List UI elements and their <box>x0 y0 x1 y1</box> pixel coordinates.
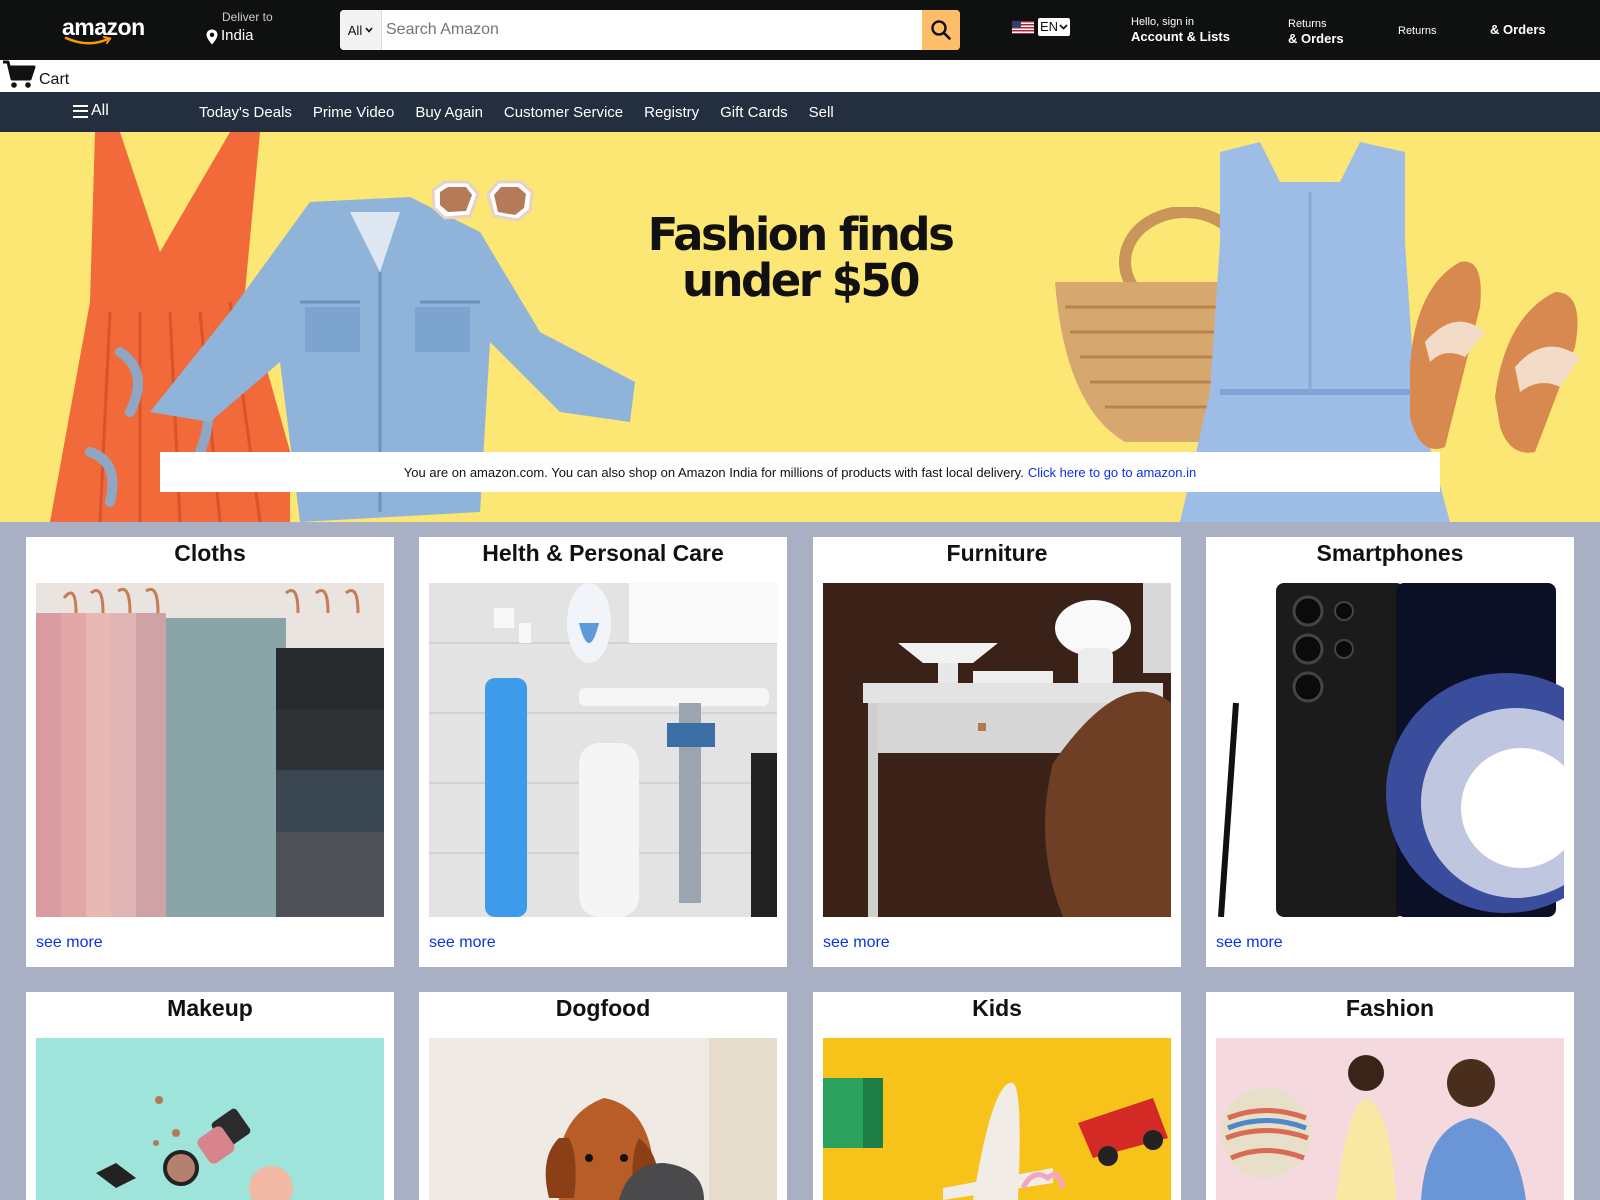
hero-banner[interactable]: Fashion finds under $50 You are on amazo… <box>0 132 1600 522</box>
hero-title-line1: Fashion finds <box>647 208 955 261</box>
category-card-kids: Kids <box>813 992 1181 1200</box>
furniture-image[interactable] <box>823 583 1171 917</box>
card-title: Helth & Personal Care <box>482 540 724 566</box>
card-title: Fashion <box>1345 995 1435 1021</box>
amazon-in-link[interactable]: Click here to go to amazon.in <box>1028 465 1196 480</box>
returns-link[interactable]: Returns <box>1398 24 1437 38</box>
card-title: Furniture <box>946 540 1048 566</box>
hamburger-menu-icon <box>73 104 88 118</box>
card-title: Kids <box>972 995 1022 1021</box>
search-icon <box>931 20 951 40</box>
nav-links: Today's Deals Prime Video Buy Again Cust… <box>199 104 834 121</box>
language-label: EN <box>1040 19 1059 34</box>
amazon-india-notice: You are on amazon.com. You can also shop… <box>160 452 1440 492</box>
see-more-link[interactable]: see more <box>429 934 496 952</box>
nav-item-customer-service[interactable]: Customer Service <box>504 104 623 121</box>
category-card-smartphones: Smartphones see more <box>1206 537 1574 967</box>
card-title: Cloths <box>174 540 246 566</box>
category-card-furniture: Furniture see more <box>813 537 1181 967</box>
deliver-to-label: Deliver to <box>222 10 273 24</box>
dogfood-image[interactable] <box>429 1038 777 1200</box>
language-dropdown[interactable]: EN <box>1038 18 1071 36</box>
cart-bar: Cart <box>0 60 1600 92</box>
cloths-image[interactable] <box>36 583 384 917</box>
orders-link[interactable]: & Orders <box>1490 22 1546 38</box>
returns-orders-menu[interactable]: Returns & Orders <box>1288 17 1344 47</box>
fashion-image[interactable] <box>1216 1038 1564 1200</box>
nav-item-todays-deals[interactable]: Today's Deals <box>199 104 292 121</box>
card-title: Makeup <box>167 995 253 1021</box>
search-button[interactable] <box>922 10 960 50</box>
nav-item-prime-video[interactable]: Prime Video <box>313 104 394 121</box>
see-more-link[interactable]: see more <box>823 934 890 952</box>
returns-label: Returns <box>1288 18 1327 30</box>
nav-item-registry[interactable]: Registry <box>644 104 699 121</box>
nav-bar: All Today's Deals Prime Video Buy Again … <box>0 92 1600 132</box>
nav-item-sell[interactable]: Sell <box>809 104 834 121</box>
notice-text: You are on amazon.com. You can also shop… <box>403 464 1024 480</box>
kids-toys-image[interactable] <box>823 1038 1171 1200</box>
category-card-dogfood: Dogfood <box>419 992 787 1200</box>
smartphone-image[interactable] <box>1216 583 1564 917</box>
category-card-health: Helth & Personal Care see more <box>419 537 787 967</box>
cart-icon[interactable] <box>2 60 36 90</box>
language-selector[interactable]: EN <box>1012 18 1071 36</box>
account-lists-label: Account & Lists <box>1131 29 1230 44</box>
nav-item-gift-cards[interactable]: Gift Cards <box>720 104 788 121</box>
hero-title: Fashion finds under $50 <box>600 212 1000 304</box>
us-flag-icon <box>1012 20 1034 34</box>
location-pin-icon <box>206 29 218 45</box>
cart-label[interactable]: Cart <box>39 71 69 89</box>
see-more-link[interactable]: see more <box>1216 934 1283 952</box>
nav-all-label: All <box>91 102 109 119</box>
chevron-down-icon <box>365 27 373 33</box>
deliver-to-location: India <box>221 27 254 44</box>
sandals-image <box>1410 261 1580 453</box>
nav-all-menu[interactable]: All <box>73 102 109 120</box>
sunglasses-image <box>431 180 534 222</box>
hero-title-line2: under $50 <box>681 254 921 307</box>
account-greeting: Hello, sign in <box>1131 16 1194 28</box>
card-title: Dogfood <box>555 995 651 1021</box>
see-more-link[interactable]: see more <box>36 934 103 952</box>
nav-item-buy-again[interactable]: Buy Again <box>415 104 483 121</box>
health-care-image[interactable] <box>429 583 777 917</box>
account-menu[interactable]: Hello, sign in Account & Lists <box>1131 15 1230 45</box>
orders-label: & Orders <box>1288 31 1344 46</box>
search-bar: All <box>340 10 960 50</box>
chevron-down-icon <box>1059 24 1068 30</box>
top-header: amazon Deliver to India All Search Amazo… <box>0 0 1600 60</box>
category-card-cloths: Cloths see more <box>26 537 394 967</box>
category-card-fashion: Fashion <box>1206 992 1574 1200</box>
search-category-select[interactable]: All <box>340 10 382 50</box>
search-category-label: All <box>347 22 363 38</box>
logo-smile-icon <box>64 36 112 45</box>
search-input[interactable] <box>384 10 864 50</box>
card-title: Smartphones <box>1316 540 1464 566</box>
category-card-makeup: Makeup <box>26 992 394 1200</box>
makeup-image[interactable] <box>36 1038 384 1200</box>
